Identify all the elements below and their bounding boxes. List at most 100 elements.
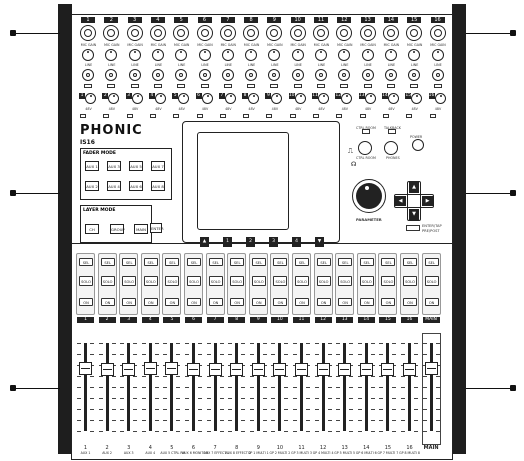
xlr-input-jack[interactable] [243, 25, 260, 41]
on-button[interactable]: ON [208, 298, 223, 306]
gain-knob[interactable] [151, 49, 164, 61]
xlr-input-jack[interactable] [219, 25, 236, 41]
sel-button[interactable]: SEL [295, 258, 309, 266]
pad-switch[interactable] [107, 84, 116, 88]
sel-button[interactable]: SEL [165, 258, 180, 266]
fader-mode-button[interactable]: AUX 6 [129, 181, 143, 191]
solo-button[interactable]: SOLO [359, 276, 374, 286]
bank-button[interactable]: ▼ [315, 237, 324, 247]
pad-switch[interactable] [386, 84, 395, 88]
solo-button[interactable]: SOLO [295, 276, 309, 286]
pad-switch[interactable] [363, 84, 372, 88]
on-button[interactable]: ON [165, 298, 180, 306]
gain-knob[interactable] [431, 49, 444, 61]
pad-switch[interactable] [223, 84, 232, 88]
solo-button[interactable]: SOLO [165, 276, 180, 286]
layer-ch-button[interactable]: CH [85, 224, 99, 234]
layer-group-button[interactable]: GROUP [110, 224, 125, 234]
on-button[interactable]: ON [381, 298, 396, 306]
pad-switch[interactable] [177, 84, 186, 88]
phantom-switch[interactable] [219, 114, 226, 118]
fader-cap[interactable] [100, 363, 114, 377]
pad-switch[interactable] [247, 84, 256, 88]
fader-mode-button[interactable]: AUX 4 [107, 181, 121, 191]
nav-left-button[interactable]: ◀ [395, 196, 406, 206]
pad-switch[interactable] [410, 84, 419, 88]
fader-mode-button[interactable]: AUX 3 [107, 161, 121, 171]
sel-button[interactable]: SEL [403, 258, 417, 266]
phantom-switch[interactable] [196, 114, 203, 118]
pad-switch[interactable] [293, 84, 302, 88]
xlr-input-jack[interactable] [336, 25, 353, 41]
line-input-jack[interactable] [82, 69, 94, 81]
fader-cap[interactable] [187, 363, 200, 377]
line-input-jack[interactable] [175, 69, 188, 81]
pad-switch[interactable] [130, 84, 139, 88]
solo-button[interactable]: SOLO [143, 276, 158, 286]
trim-knob[interactable] [294, 93, 306, 104]
bank-button[interactable]: 3 [269, 237, 278, 247]
gain-knob[interactable] [221, 49, 234, 61]
solo-button[interactable]: SOLO [230, 276, 245, 286]
on-button[interactable]: ON [100, 298, 115, 306]
fader-cap[interactable] [359, 363, 373, 377]
on-button[interactable]: ON [122, 298, 137, 306]
xlr-input-jack[interactable] [126, 25, 143, 41]
sel-button[interactable]: SEL [100, 258, 115, 266]
fader-mode-button[interactable]: AUX 8 [151, 181, 165, 191]
fader-cap[interactable] [338, 363, 352, 377]
xlr-input-jack[interactable] [103, 25, 120, 41]
fader-cap[interactable] [251, 363, 265, 377]
fader-mode-button[interactable]: AUX 1 [85, 161, 99, 171]
solo-button[interactable]: SOLO [338, 276, 353, 286]
on-button[interactable]: ON [403, 298, 417, 306]
sel-button[interactable]: SEL [359, 258, 374, 266]
solo-button[interactable]: SOLO [316, 276, 331, 286]
phantom-switch[interactable] [149, 114, 156, 118]
line-input-jack[interactable] [315, 69, 327, 81]
trim-knob[interactable] [201, 93, 213, 104]
fader-cap[interactable] [403, 363, 416, 377]
fader-cap[interactable] [208, 363, 222, 377]
trim-knob[interactable] [108, 93, 120, 104]
sel-button[interactable]: SEL [273, 258, 288, 266]
gain-knob[interactable] [175, 49, 188, 61]
line-input-jack[interactable] [291, 69, 304, 81]
xlr-input-jack[interactable] [429, 25, 446, 41]
solo-button[interactable]: SOLO [100, 276, 115, 286]
solo-button[interactable]: SOLO [251, 276, 266, 286]
solo-button[interactable]: SOLO [208, 276, 223, 286]
nav-up-button[interactable]: ▲ [409, 182, 419, 193]
sel-button[interactable]: SEL [316, 258, 331, 266]
solo-button[interactable]: SOLO [403, 276, 417, 286]
enter-button[interactable]: ENTER [150, 223, 164, 233]
fader-cap[interactable] [230, 363, 244, 377]
gain-knob[interactable] [408, 49, 421, 61]
fader-cap[interactable] [424, 361, 438, 375]
line-input-jack[interactable] [245, 69, 258, 81]
phantom-switch[interactable] [80, 114, 86, 118]
gain-knob[interactable] [291, 49, 304, 61]
parameter-wheel[interactable] [356, 183, 382, 209]
gain-knob[interactable] [338, 49, 351, 61]
phantom-switch[interactable] [266, 114, 273, 118]
solo-button[interactable]: SOLO [187, 276, 201, 286]
phantom-switch[interactable] [313, 114, 319, 118]
phones-knob[interactable] [384, 141, 398, 155]
fader-cap[interactable] [143, 361, 157, 375]
power-button[interactable] [412, 139, 424, 151]
on-button[interactable]: ON [273, 298, 288, 306]
pad-switch[interactable] [270, 84, 279, 88]
on-button[interactable]: ON [79, 298, 93, 306]
gain-knob[interactable] [82, 49, 94, 61]
fader-mode-button[interactable]: AUX 7 [151, 161, 165, 171]
solo-button[interactable]: SOLO [273, 276, 288, 286]
bank-button[interactable]: 1 [223, 237, 232, 247]
xlr-input-jack[interactable] [173, 25, 190, 41]
ctrl-room-knob[interactable] [358, 141, 372, 155]
trim-knob[interactable] [318, 93, 329, 104]
fader-mode-button[interactable]: AUX 5 [129, 161, 143, 171]
trim-knob[interactable] [248, 93, 260, 104]
gain-knob[interactable] [198, 49, 211, 61]
line-input-jack[interactable] [338, 69, 351, 81]
